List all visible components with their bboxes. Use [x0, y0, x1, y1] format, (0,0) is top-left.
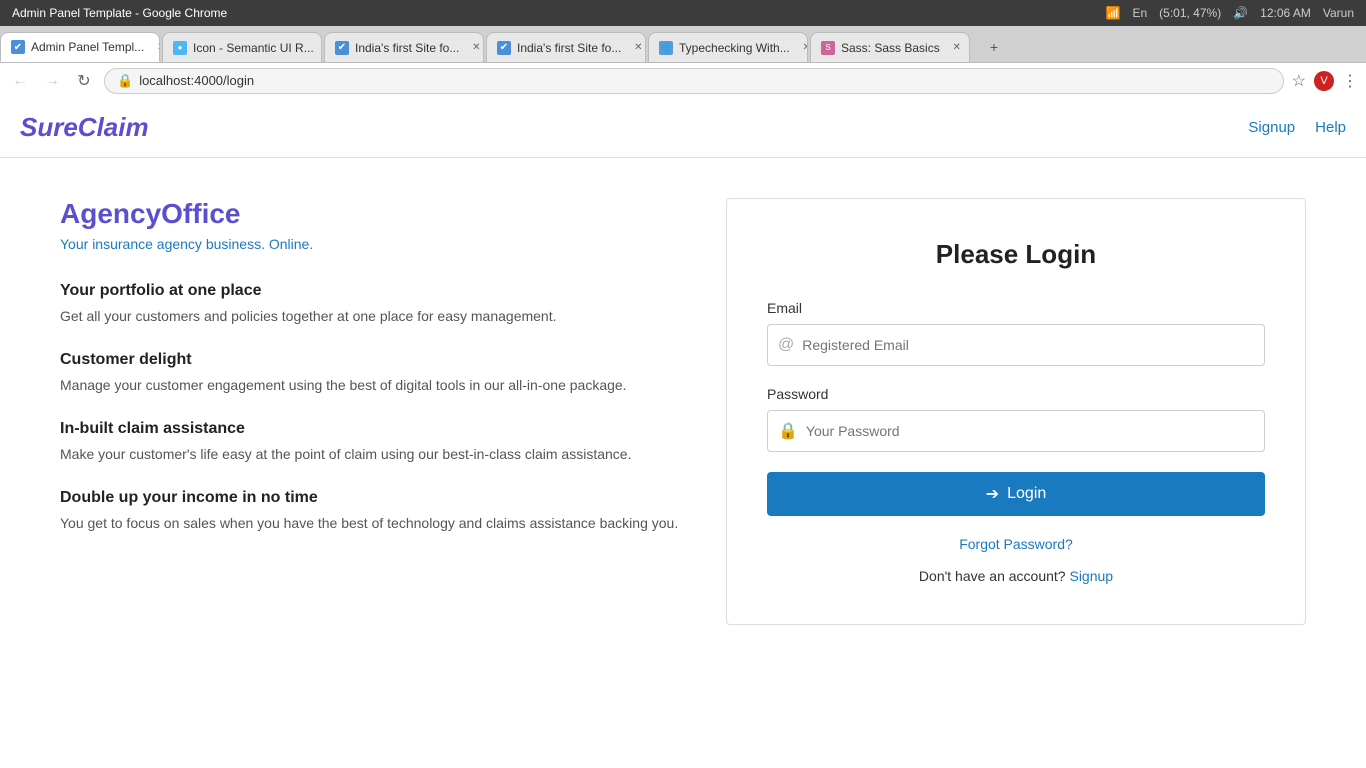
address-bar: ← → ↻ 🔒 localhost:4000/login ☆ V ⋮ [0, 62, 1366, 98]
tagline-plain: Your [60, 236, 92, 252]
site-logo[interactable]: SureClaim [20, 112, 149, 143]
tab-close-admin[interactable]: ✕ [154, 40, 160, 54]
app-tagline: Your insurance agency business. Online. [60, 236, 686, 252]
forward-button[interactable]: → [40, 69, 64, 93]
url-text: localhost:4000/login [139, 73, 254, 88]
feature-customer-delight: Customer delight Manage your customer en… [60, 351, 686, 396]
tab-india-first-1[interactable]: ✔ India's first Site fo... ✕ [324, 32, 484, 62]
nav-links: Signup Help [1248, 119, 1346, 136]
login-button-label: Login [1007, 485, 1046, 503]
battery-status: (5:01, 47%) [1159, 6, 1221, 20]
feature-claim-assistance-desc: Make your customer's life easy at the po… [60, 444, 686, 465]
tab-icon-admin: ✔ [11, 40, 25, 54]
lock-field-icon: 🔒 [778, 421, 798, 441]
feature-income: Double up your income in no time You get… [60, 489, 686, 534]
tab-admin-panel[interactable]: ✔ Admin Panel Templ... ✕ [0, 32, 160, 62]
login-arrow-icon: ➔ [986, 484, 999, 504]
tab-sass[interactable]: S Sass: Sass Basics ✕ [810, 32, 970, 62]
app-name: AgencyOffice [60, 198, 686, 230]
feature-customer-delight-title: Customer delight [60, 351, 686, 369]
tab-label-sass: Sass: Sass Basics [841, 41, 940, 55]
tab-icon-india-2: ✔ [497, 41, 511, 55]
feature-customer-delight-desc: Manage your customer engagement using th… [60, 375, 686, 396]
tab-label-semantic: Icon - Semantic UI R... [193, 41, 314, 55]
nav-help[interactable]: Help [1315, 119, 1346, 136]
feature-income-desc: You get to focus on sales when you have … [60, 513, 686, 534]
tabs-bar: ✔ Admin Panel Templ... ✕ ● Icon - Semant… [0, 26, 1366, 62]
email-label: Email [767, 300, 1265, 316]
signup-link[interactable]: Signup [1069, 568, 1113, 584]
bookmark-icon[interactable]: ☆ [1292, 71, 1306, 91]
at-icon: @ [778, 336, 794, 354]
forgot-password-link[interactable]: Forgot Password? [959, 536, 1073, 552]
email-input[interactable] [802, 337, 1254, 353]
tab-label-india-2: India's first Site fo... [517, 41, 621, 55]
url-bar[interactable]: 🔒 localhost:4000/login [104, 68, 1284, 94]
feature-claim-assistance: In-built claim assistance Make your cust… [60, 420, 686, 465]
tab-close-sass[interactable]: ✕ [950, 41, 964, 55]
password-input[interactable] [806, 423, 1254, 439]
reload-button[interactable]: ↻ [72, 69, 96, 93]
tab-icon-india-1: ✔ [335, 41, 349, 55]
tab-label-india-1: India's first Site fo... [355, 41, 459, 55]
login-card: Please Login Email @ Password 🔒 [726, 198, 1306, 625]
no-account-text: Don't have an account? [919, 568, 1066, 584]
login-title: Please Login [767, 239, 1265, 270]
feature-claim-assistance-title: In-built claim assistance [60, 420, 686, 438]
login-button[interactable]: ➔ Login [767, 472, 1265, 516]
right-panel: Please Login Email @ Password 🔒 [726, 198, 1306, 625]
title-bar-left: Admin Panel Template - Google Chrome [12, 6, 227, 20]
password-form-group: Password 🔒 [767, 386, 1265, 452]
forgot-password-container: Forgot Password? [767, 536, 1265, 552]
wifi-icon: 📶 [1106, 6, 1121, 20]
email-input-wrapper: @ [767, 324, 1265, 366]
signup-container: Don't have an account? Signup [767, 568, 1265, 584]
site-header: SureClaim Signup Help [0, 98, 1366, 158]
address-right-icons: ☆ V ⋮ [1292, 71, 1358, 91]
clock: 12:06 AM [1260, 6, 1311, 20]
main-container: AgencyOffice Your insurance agency busin… [0, 158, 1366, 665]
new-tab-button[interactable]: + [976, 32, 1012, 62]
back-button[interactable]: ← [8, 69, 32, 93]
volume-icon: 🔊 [1233, 6, 1248, 20]
browser-title: Admin Panel Template - Google Chrome [12, 6, 227, 20]
tab-typechecking[interactable]: 🌐 Typechecking With... ✕ [648, 32, 808, 62]
tab-semantic-ui[interactable]: ● Icon - Semantic UI R... ✕ [162, 32, 322, 62]
tagline-end: . Online. [261, 236, 313, 252]
profile-icon[interactable]: V [1314, 71, 1334, 91]
tagline-link: insurance agency business [92, 236, 261, 252]
tab-icon-sass: S [821, 41, 835, 55]
title-bar: Admin Panel Template - Google Chrome 📶 E… [0, 0, 1366, 26]
tab-india-first-2[interactable]: ✔ India's first Site fo... ✕ [486, 32, 646, 62]
tab-icon-typechecking: 🌐 [659, 41, 673, 55]
tab-close-typechecking[interactable]: ✕ [800, 41, 808, 55]
title-bar-right: 📶 En (5:01, 47%) 🔊 12:06 AM Varun [1106, 6, 1354, 20]
tab-label-admin: Admin Panel Templ... [31, 40, 144, 54]
tab-close-india-1[interactable]: ✕ [469, 41, 483, 55]
lang-indicator: En [1132, 6, 1147, 20]
menu-icon[interactable]: ⋮ [1342, 71, 1358, 91]
feature-portfolio-title: Your portfolio at one place [60, 282, 686, 300]
user-name: Varun [1323, 6, 1354, 20]
password-input-wrapper: 🔒 [767, 410, 1265, 452]
browser-chrome: Admin Panel Template - Google Chrome 📶 E… [0, 0, 1366, 98]
page-content: SureClaim Signup Help AgencyOffice Your … [0, 98, 1366, 718]
tab-label-typechecking: Typechecking With... [679, 41, 790, 55]
tab-icon-semantic: ● [173, 41, 187, 55]
tab-close-india-2[interactable]: ✕ [631, 41, 645, 55]
feature-income-title: Double up your income in no time [60, 489, 686, 507]
lock-icon: 🔒 [117, 73, 133, 89]
nav-signup[interactable]: Signup [1248, 119, 1295, 136]
feature-portfolio-desc: Get all your customers and policies toge… [60, 306, 686, 327]
left-panel: AgencyOffice Your insurance agency busin… [60, 198, 686, 558]
password-label: Password [767, 386, 1265, 402]
feature-portfolio: Your portfolio at one place Get all your… [60, 282, 686, 327]
email-form-group: Email @ [767, 300, 1265, 366]
